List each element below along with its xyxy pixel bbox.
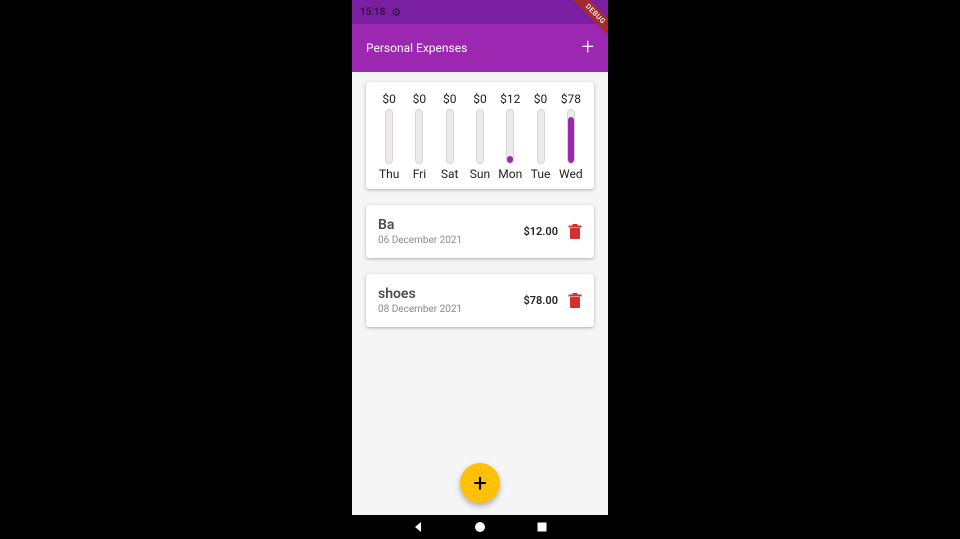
bar-fill	[507, 156, 513, 163]
chart-bar: $0 Sat	[435, 92, 465, 181]
transaction-date: 06 December 2021	[378, 235, 523, 246]
transaction-info: shoes 08 December 2021	[378, 286, 523, 315]
bar-amount: $0	[382, 92, 396, 106]
transaction-title: Ba	[378, 217, 523, 233]
bar-track	[537, 109, 545, 164]
bar-amount: $78	[561, 92, 581, 106]
chart-bar: $12 Mon	[495, 92, 525, 181]
bar-day-label: Fri	[413, 167, 426, 181]
bar-amount: $0	[413, 92, 427, 106]
bar-amount: $0	[473, 92, 487, 106]
bar-track	[385, 109, 393, 164]
bar-track	[506, 109, 514, 164]
plus-icon: +	[473, 469, 487, 497]
chart-bar: $0 Tue	[526, 92, 556, 181]
transaction-card: shoes 08 December 2021 $78.00	[366, 274, 594, 327]
gear-icon: ⚙	[391, 6, 401, 19]
chart-bar: $78 Wed	[556, 92, 586, 181]
nav-home-icon[interactable]	[474, 521, 486, 533]
chart-bar: $0 Fri	[404, 92, 434, 181]
chart-bar: $0 Thu	[374, 92, 404, 181]
bar-track	[567, 109, 575, 164]
transaction-card: Ba 06 December 2021 $12.00	[366, 205, 594, 258]
bar-day-label: Thu	[379, 167, 399, 181]
content-area: $0 Thu $0 Fri $0 Sat $0 Sun $12 Mon $0 T…	[352, 72, 608, 515]
bar-day-label: Sun	[470, 167, 490, 181]
fab-add-button[interactable]: +	[460, 463, 500, 503]
bar-track	[476, 109, 484, 164]
transaction-date: 08 December 2021	[378, 304, 523, 315]
bar-fill	[568, 117, 574, 163]
bar-day-label: Sat	[441, 167, 459, 181]
status-bar: 15:18 ⚙ DEBUG	[352, 0, 608, 24]
status-time: 15:18	[360, 7, 385, 18]
delete-button[interactable]	[568, 224, 582, 240]
app-title: Personal Expenses	[366, 41, 467, 55]
bar-amount: $0	[534, 92, 548, 106]
phone-frame: 15:18 ⚙ DEBUG Personal Expenses + $0 Thu…	[352, 0, 608, 539]
chart-card: $0 Thu $0 Fri $0 Sat $0 Sun $12 Mon $0 T…	[366, 82, 594, 189]
bar-track	[446, 109, 454, 164]
nav-back-icon[interactable]	[412, 521, 424, 533]
android-nav-bar	[352, 515, 608, 539]
bar-track	[415, 109, 423, 164]
nav-recent-icon[interactable]	[536, 521, 548, 533]
bar-day-label: Mon	[498, 167, 522, 181]
transaction-amount: $12.00	[523, 225, 558, 238]
bar-day-label: Tue	[531, 167, 551, 181]
bar-day-label: Wed	[559, 167, 583, 181]
add-button[interactable]: +	[582, 37, 594, 59]
delete-button[interactable]	[568, 293, 582, 309]
bar-amount: $0	[443, 92, 457, 106]
transaction-info: Ba 06 December 2021	[378, 217, 523, 246]
chart-bar: $0 Sun	[465, 92, 495, 181]
transaction-list: Ba 06 December 2021 $12.00 shoes 08 Dece…	[366, 205, 594, 327]
transaction-amount: $78.00	[523, 294, 558, 307]
app-bar: Personal Expenses +	[352, 24, 608, 72]
bar-amount: $12	[500, 92, 520, 106]
transaction-title: shoes	[378, 286, 523, 302]
